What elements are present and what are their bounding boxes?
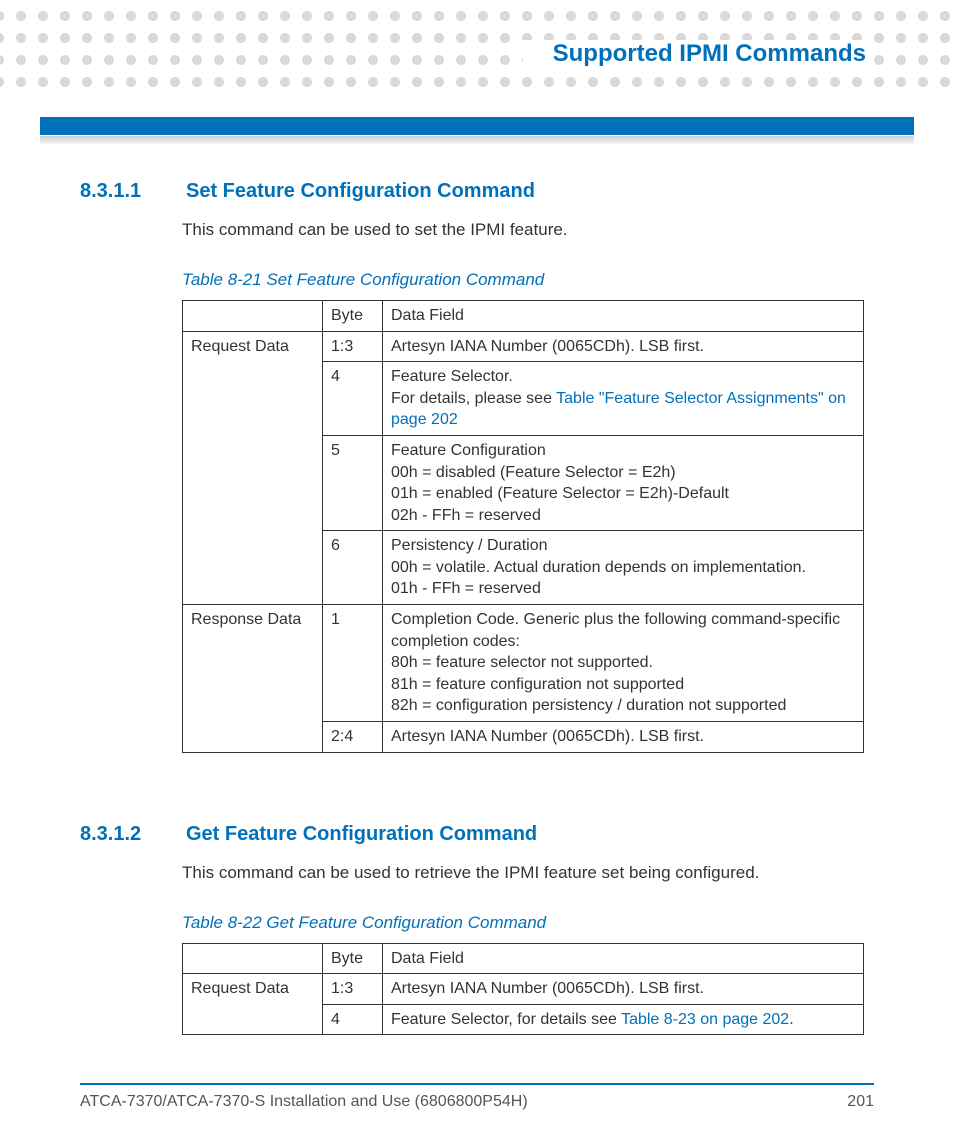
footer-divider — [80, 1083, 874, 1085]
byte-cell: 2:4 — [323, 722, 383, 753]
table-8-21-caption: Table 8-21 Set Feature Configuration Com… — [182, 270, 874, 290]
table-header-data-field: Data Field — [383, 943, 864, 974]
cross-reference-link[interactable]: Table 8-23 on page 202 — [621, 1011, 789, 1028]
data-field-cell: Feature Selector, for details see Table … — [383, 1004, 864, 1035]
data-field-cell: Feature Configuration00h = disabled (Fea… — [383, 435, 864, 530]
table-header-blank — [183, 300, 323, 331]
section-title: Get Feature Configuration Command — [186, 823, 537, 846]
byte-cell: 6 — [323, 531, 383, 605]
table-header-row: Byte Data Field — [183, 300, 864, 331]
data-field-cell: Artesyn IANA Number (0065CDh). LSB first… — [383, 974, 864, 1005]
table-row: Request Data 1:3 Artesyn IANA Number (00… — [183, 331, 864, 362]
table-header-row: Byte Data Field — [183, 943, 864, 974]
section-number: 8.3.1.1 — [80, 180, 158, 203]
table-header-byte: Byte — [323, 943, 383, 974]
byte-cell: 4 — [323, 362, 383, 436]
request-data-label: Request Data — [183, 331, 323, 605]
byte-cell: 1:3 — [323, 331, 383, 362]
table-8-22: Byte Data Field Request Data 1:3 Artesyn… — [182, 943, 864, 1036]
byte-cell: 4 — [323, 1004, 383, 1035]
section2-intro: This command can be used to retrieve the… — [182, 862, 874, 885]
table-header-blank — [183, 943, 323, 974]
byte-cell: 5 — [323, 435, 383, 530]
data-field-cell: Persistency / Duration00h = volatile. Ac… — [383, 531, 864, 605]
cell-text: Feature Selector.For details, please see — [391, 368, 556, 407]
section-heading-8-3-1-1: 8.3.1.1 Set Feature Configuration Comman… — [80, 180, 874, 203]
page-footer: ATCA-7370/ATCA-7370-S Installation and U… — [80, 1083, 874, 1111]
header-gray-bar — [40, 136, 914, 144]
data-field-cell: Completion Code. Generic plus the follow… — [383, 605, 864, 722]
table-row: Request Data 1:3 Artesyn IANA Number (00… — [183, 974, 864, 1005]
section-title: Set Feature Configuration Command — [186, 180, 535, 203]
data-field-cell: Feature Selector.For details, please see… — [383, 362, 864, 436]
request-data-label: Request Data — [183, 974, 323, 1035]
table-8-22-caption: Table 8-22 Get Feature Configuration Com… — [182, 913, 874, 933]
footer-doc-title: ATCA-7370/ATCA-7370-S Installation and U… — [80, 1093, 528, 1111]
table-8-21: Byte Data Field Request Data 1:3 Artesyn… — [182, 300, 864, 753]
page-header-title: Supported IPMI Commands — [523, 40, 874, 68]
table-row: Response Data 1 Completion Code. Generic… — [183, 605, 864, 722]
section-number: 8.3.1.2 — [80, 823, 158, 846]
table-header-data-field: Data Field — [383, 300, 864, 331]
section-heading-8-3-1-2: 8.3.1.2 Get Feature Configuration Comman… — [80, 823, 874, 846]
page-content: 8.3.1.1 Set Feature Configuration Comman… — [80, 180, 874, 1035]
section1-intro: This command can be used to set the IPMI… — [182, 219, 874, 242]
cell-text: . — [789, 1011, 793, 1028]
data-field-cell: Artesyn IANA Number (0065CDh). LSB first… — [383, 722, 864, 753]
data-field-cell: Artesyn IANA Number (0065CDh). LSB first… — [383, 331, 864, 362]
page-number: 201 — [847, 1093, 874, 1111]
cell-text: Feature Selector, for details see — [391, 1011, 621, 1028]
response-data-label: Response Data — [183, 605, 323, 753]
header-blue-bar — [40, 117, 914, 135]
byte-cell: 1 — [323, 605, 383, 722]
table-header-byte: Byte — [323, 300, 383, 331]
byte-cell: 1:3 — [323, 974, 383, 1005]
